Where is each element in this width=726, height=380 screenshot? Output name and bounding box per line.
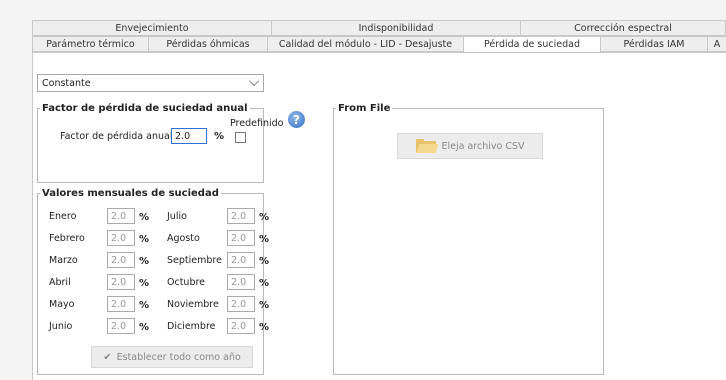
month-label-noviembre: Noviembre [167,299,219,310]
mode-select-value: Constante [42,77,91,89]
set-all-as-year-button[interactable]: ✔ Establecer todo como año [91,346,253,368]
help-icon[interactable]: ? [288,111,305,128]
month-input-enero[interactable]: 2.0 [107,208,135,224]
month-input-abril[interactable]: 2.0 [107,274,135,290]
tab-perdidas-ohmicas[interactable]: Pérdidas óhmicas [148,36,268,52]
tab-calidad-modulo[interactable]: Calidad del módulo - LID - Desajuste [267,36,464,52]
month-unit-febrero: % [139,234,150,245]
chevron-down-icon [248,75,260,87]
month-unit-octubre: % [259,278,270,289]
folder-icon [415,139,438,153]
choose-csv-button[interactable]: Eleja archivo CSV [397,133,543,159]
tab-row-top: Envejecimiento Indisponibilidad Correcci… [32,20,726,36]
tab-row-bottom: Parámetro térmico Pérdidas óhmicas Calid… [32,36,726,53]
from-file-group-title: From File [338,103,391,114]
monthly-values-group-title: Valores mensuales de suciedad [42,188,219,199]
month-input-diciembre[interactable]: 2.0 [227,318,255,334]
tab-indisponibilidad[interactable]: Indisponibilidad [271,20,521,36]
set-all-as-year-label: Establecer todo como año [116,351,241,363]
month-input-febrero[interactable]: 2.0 [107,230,135,246]
tab-perdidas-iam[interactable]: Pérdidas IAM [600,36,708,52]
month-unit-enero: % [139,212,150,223]
month-input-mayo[interactable]: 2.0 [107,296,135,312]
month-label-abril: Abril [49,277,71,288]
month-unit-noviembre: % [259,300,270,311]
month-unit-agosto: % [259,234,270,245]
mode-select[interactable]: Constante [37,74,264,92]
month-label-diciembre: Diciembre [167,321,216,332]
month-input-noviembre[interactable]: 2.0 [227,296,255,312]
month-unit-marzo: % [139,256,150,267]
annual-factor-input[interactable]: 2.0 [171,128,207,144]
month-label-marzo: Marzo [49,255,78,266]
month-unit-septiembre: % [259,256,270,267]
tab-envejecimiento[interactable]: Envejecimiento [32,20,272,36]
month-input-marzo[interactable]: 2.0 [107,252,135,268]
month-label-julio: Julio [167,211,187,222]
annual-factor-group-title: Factor de pérdida de suciedad anual [42,103,248,114]
month-label-enero: Enero [49,211,77,222]
month-label-octubre: Octubre [167,277,206,288]
month-label-agosto: Agosto [167,233,200,244]
month-unit-mayo: % [139,300,150,311]
month-input-julio[interactable]: 2.0 [227,208,255,224]
month-label-junio: Junio [49,321,73,332]
default-checkbox[interactable] [235,132,246,143]
month-label-febrero: Febrero [49,233,85,244]
month-label-septiembre: Septiembre [167,255,222,266]
checkmark-icon: ✔ [103,351,112,363]
month-unit-diciembre: % [259,322,270,333]
tab-perdida-suciedad[interactable]: Pérdida de suciedad [463,36,601,53]
month-input-septiembre[interactable]: 2.0 [227,252,255,268]
annual-factor-unit: % [214,131,225,142]
month-unit-abril: % [139,278,150,289]
tab-correccion-espectral[interactable]: Corrección espectral [520,20,726,36]
month-unit-junio: % [139,322,150,333]
annual-factor-group: Factor de pérdida de suciedad anual [37,103,264,183]
month-input-octubre[interactable]: 2.0 [227,274,255,290]
month-label-mayo: Mayo [49,299,75,310]
choose-csv-label: Eleja archivo CSV [441,140,525,152]
default-label: Predefinido [230,118,284,129]
month-input-agosto[interactable]: 2.0 [227,230,255,246]
month-input-junio[interactable]: 2.0 [107,318,135,334]
month-unit-julio: % [259,212,270,223]
tab-parametro-termico[interactable]: Parámetro térmico [32,36,149,52]
annual-factor-label: Factor de pérdida anual [60,131,173,142]
tab-more[interactable]: A [707,36,726,52]
